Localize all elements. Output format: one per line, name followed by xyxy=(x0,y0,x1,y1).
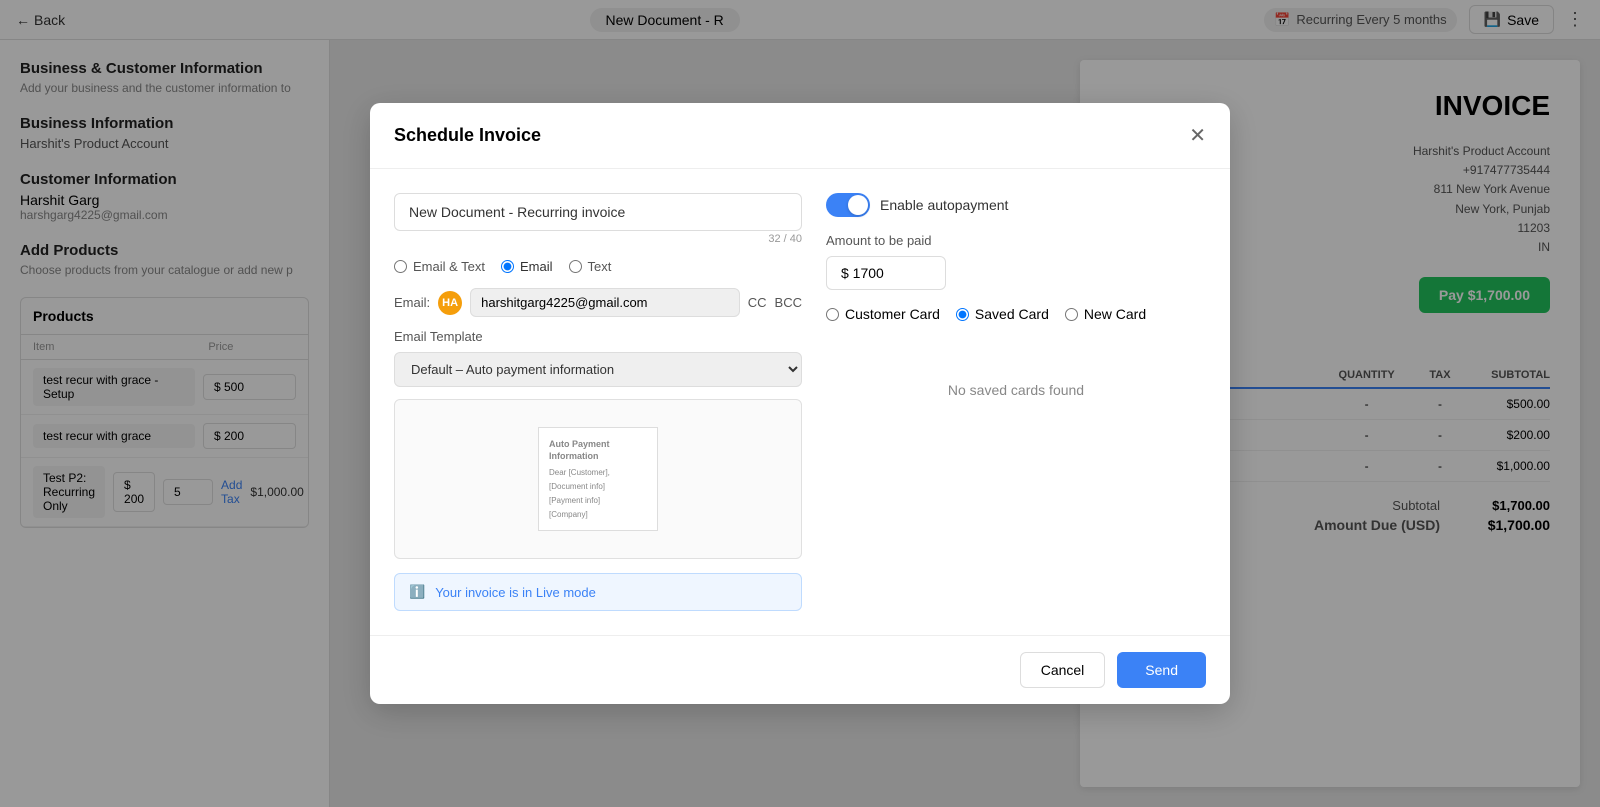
modal-close-button[interactable]: ✕ xyxy=(1189,123,1206,148)
radio-email-text-input[interactable] xyxy=(394,260,407,273)
modal-title: Schedule Invoice xyxy=(394,125,541,146)
send-button[interactable]: Send xyxy=(1117,652,1206,688)
preview-document: Auto Payment Information Dear [Customer]… xyxy=(538,427,658,532)
modal-footer: Cancel Send xyxy=(370,635,1230,704)
radio-email-label: Email xyxy=(520,259,553,274)
autopay-label: Enable autopayment xyxy=(880,197,1008,213)
cancel-button[interactable]: Cancel xyxy=(1020,652,1106,688)
char-counter: 32 / 40 xyxy=(394,233,802,245)
schedule-invoice-modal: Schedule Invoice ✕ 32 / 40 Email & Text … xyxy=(370,103,1230,704)
customer-card-label: Customer Card xyxy=(845,306,940,322)
amount-input[interactable] xyxy=(826,256,946,290)
modal-overlay: Schedule Invoice ✕ 32 / 40 Email & Text … xyxy=(0,0,1600,807)
radio-email-text[interactable]: Email & Text xyxy=(394,259,485,274)
radio-text[interactable]: Text xyxy=(569,259,612,274)
radio-text-label: Text xyxy=(588,259,612,274)
new-card-label: New Card xyxy=(1084,306,1146,322)
autopay-row: Enable autopayment xyxy=(826,193,1206,217)
email-label: Email: xyxy=(394,295,430,310)
template-select[interactable]: Default – Auto payment information xyxy=(394,352,802,387)
live-mode-banner: ℹ️ Your invoice is in Live mode xyxy=(394,573,802,611)
customer-card-option[interactable]: Customer Card xyxy=(826,306,940,322)
email-select[interactable]: harshitgarg4225@gmail.com xyxy=(470,288,740,317)
template-label: Email Template xyxy=(394,329,802,344)
autopay-toggle[interactable] xyxy=(826,193,870,217)
card-type-row: Customer Card Saved Card New Card xyxy=(826,306,1206,322)
live-mode-text: Your invoice is in Live mode xyxy=(435,585,596,600)
avatar: HA xyxy=(438,291,462,315)
modal-left: 32 / 40 Email & Text Email Text xyxy=(394,193,802,611)
no-cards-message: No saved cards found xyxy=(826,362,1206,418)
modal-body: 32 / 40 Email & Text Email Text xyxy=(370,169,1230,635)
radio-email-input[interactable] xyxy=(501,260,514,273)
cc-button[interactable]: CC xyxy=(748,295,767,310)
amount-label: Amount to be paid xyxy=(826,233,1206,248)
template-preview: Auto Payment Information Dear [Customer]… xyxy=(394,399,802,559)
bcc-button[interactable]: BCC xyxy=(775,295,802,310)
radio-email-text-label: Email & Text xyxy=(413,259,485,274)
modal-header: Schedule Invoice ✕ xyxy=(370,103,1230,169)
info-icon: ℹ️ xyxy=(409,584,425,600)
saved-card-radio[interactable] xyxy=(956,308,969,321)
radio-text-input[interactable] xyxy=(569,260,582,273)
saved-card-option[interactable]: Saved Card xyxy=(956,306,1049,322)
customer-card-radio[interactable] xyxy=(826,308,839,321)
delivery-method-group: Email & Text Email Text xyxy=(394,259,802,274)
toggle-knob xyxy=(848,195,868,215)
radio-email[interactable]: Email xyxy=(501,259,553,274)
doc-name-input[interactable] xyxy=(394,193,802,231)
email-row: Email: HA harshitgarg4225@gmail.com CC B… xyxy=(394,288,802,317)
new-card-option[interactable]: New Card xyxy=(1065,306,1146,322)
saved-card-label: Saved Card xyxy=(975,306,1049,322)
cc-bcc: CC BCC xyxy=(748,295,802,310)
modal-right: Enable autopayment Amount to be paid Cus… xyxy=(826,193,1206,611)
new-card-radio[interactable] xyxy=(1065,308,1078,321)
